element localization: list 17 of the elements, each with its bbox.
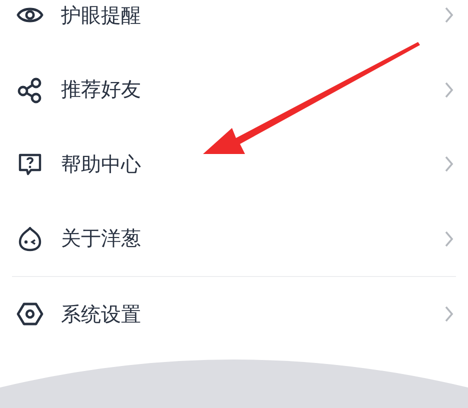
menu-label: 护眼提醒 bbox=[61, 2, 142, 29]
chevron-right-icon bbox=[444, 80, 454, 99]
menu-item[interactable]: 护眼提醒 bbox=[0, 0, 468, 52]
chevron-right-icon bbox=[444, 155, 454, 174]
menu-item[interactable]: 帮助中心 bbox=[0, 127, 468, 202]
menu-label: 帮助中心 bbox=[61, 150, 142, 178]
share-icon bbox=[16, 76, 44, 104]
menu-label: 系统设置 bbox=[61, 300, 142, 328]
chevron-right-icon bbox=[444, 230, 454, 248]
menu-label: 关于洋葱 bbox=[61, 225, 142, 252]
menu-label: 推荐好友 bbox=[61, 76, 142, 104]
menu-item[interactable]: 推荐好友 bbox=[0, 52, 468, 127]
chevron-right-icon bbox=[444, 305, 454, 324]
chevron-right-icon bbox=[444, 6, 454, 24]
menu-item[interactable]: 关于洋葱 bbox=[0, 202, 468, 276]
onion-face-icon bbox=[16, 224, 44, 253]
menu-item[interactable]: 系统设置 bbox=[0, 277, 468, 352]
